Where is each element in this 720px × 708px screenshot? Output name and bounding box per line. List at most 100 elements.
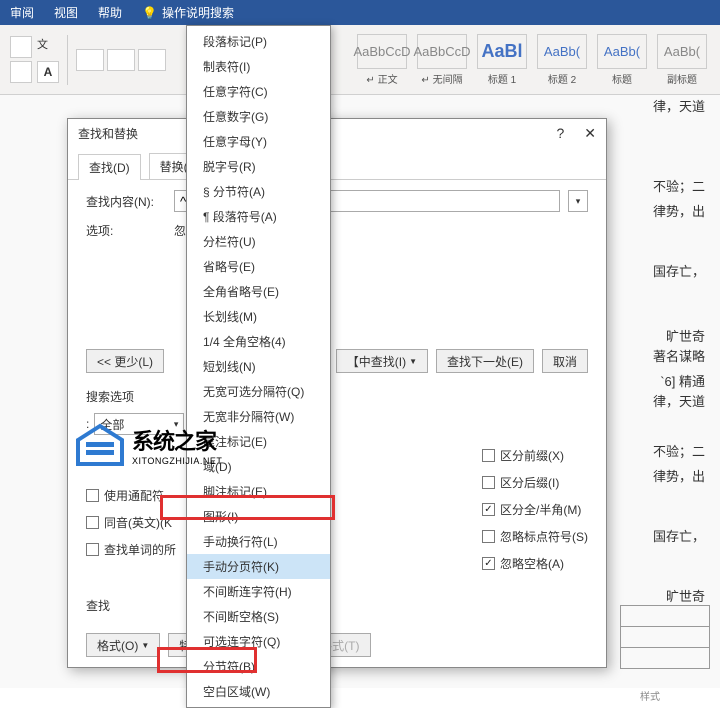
style-label: ↵ 正文 [366, 71, 397, 86]
style-item[interactable]: AaBbCcD↵ 正文 [354, 31, 410, 89]
special-menu-item[interactable]: 全角省略号(E) [187, 279, 330, 304]
less-button[interactable]: << 更少(L) [86, 349, 164, 373]
style-thumbnail: AaBb( [537, 34, 587, 69]
checkbox-label: 忽略标点符号(S) [500, 528, 588, 545]
special-menu-item[interactable]: 空白区域(W) [187, 679, 330, 704]
checkbox-option[interactable]: 使用通配符 [86, 487, 176, 504]
find-in-button[interactable]: 【中查找(I)▼ [336, 349, 428, 373]
doc-text: 著名谋略 [653, 345, 705, 368]
special-menu-item[interactable]: 不间断空格(S) [187, 604, 330, 629]
special-menu-item[interactable]: 不间断连字符(H) [187, 579, 330, 604]
ribbon-separator [67, 35, 68, 85]
style-item[interactable]: AaBb(副标题 [654, 31, 710, 89]
tell-me[interactable]: 💡 操作说明搜索 [142, 4, 234, 21]
find-content-dropdown[interactable]: ▾ [568, 190, 588, 212]
multilevel-list-icon[interactable] [138, 49, 166, 71]
special-menu-item[interactable]: 手动换行符(L) [187, 529, 330, 554]
options-label: 选项: [86, 222, 166, 239]
ribbon-icon[interactable]: 文 [37, 36, 59, 58]
checkbox-icon [482, 449, 495, 462]
find-next-button[interactable]: 查找下一处(E) [436, 349, 534, 373]
style-label: 标题 1 [488, 71, 516, 86]
checkbox-label: 区分前缀(X) [500, 447, 564, 464]
doc-text: 国存亡， [653, 525, 705, 548]
numbered-list-icon[interactable] [107, 49, 135, 71]
chevron-down-icon: ▾ [576, 196, 581, 207]
tab-review[interactable]: 审阅 [10, 4, 34, 21]
special-menu-item[interactable]: 可选连字符(Q) [187, 629, 330, 654]
special-menu-item[interactable]: § 分节符(A) [187, 179, 330, 204]
bullet-list-icon[interactable] [76, 49, 104, 71]
styles-gallery[interactable]: AaBbCcD↵ 正文AaBbCcD↵ 无间隔AaBl 标题 1 AaBb(标题 2… [354, 31, 710, 89]
doc-text: 律，天道 [653, 390, 705, 413]
special-menu-item[interactable]: 长划线(M) [187, 304, 330, 329]
ribbon-icon[interactable] [10, 36, 32, 58]
special-menu-item[interactable]: 无宽可选分隔符(Q) [187, 379, 330, 404]
checkbox-icon [86, 489, 99, 502]
doc-table [620, 605, 710, 668]
search-dir-label: : [86, 417, 89, 431]
special-menu-item[interactable]: ¶ 段落符号(A) [187, 204, 330, 229]
checkbox-option[interactable]: 区分全/半角(M) [482, 501, 588, 518]
checkbox-label: 查找单词的所 [104, 541, 176, 558]
checkbox-option[interactable]: 查找单词的所 [86, 541, 176, 558]
checkbox-label: 区分全/半角(M) [500, 501, 581, 518]
special-format-menu: 段落标记(P)制表符(I)任意字符(C)任意数字(G)任意字母(Y)脱字号(R)… [186, 25, 331, 708]
style-item[interactable]: AaBbCcD↵ 无间隔 [414, 31, 470, 89]
checkbox-label: 区分后缀(I) [500, 474, 559, 491]
style-thumbnail: AaBl [477, 34, 527, 69]
checkbox-label: 同音(英文)(K [104, 514, 172, 531]
special-menu-item[interactable]: 脚注标记(E) [187, 479, 330, 504]
search-options-label: 搜索选项 [86, 388, 588, 405]
dialog-title: 查找和替换 [78, 125, 138, 142]
special-menu-item[interactable]: 任意字母(Y) [187, 129, 330, 154]
special-menu-item[interactable]: 分栏符(U) [187, 229, 330, 254]
close-icon[interactable]: ✕ [584, 125, 596, 142]
style-item[interactable]: AaBb(标题 2 [534, 31, 590, 89]
bulb-icon: 💡 [142, 6, 157, 20]
style-item[interactable]: AaBl 标题 1 [474, 31, 530, 89]
cancel-button[interactable]: 取消 [542, 349, 588, 373]
checkbox-option[interactable]: 区分后缀(I) [482, 474, 588, 491]
special-menu-item[interactable]: 手动分页符(K) [187, 554, 330, 579]
options-value: 忽 [174, 222, 186, 239]
special-menu-item[interactable]: 制表符(I) [187, 54, 330, 79]
special-menu-item[interactable]: 域(D) [187, 454, 330, 479]
special-menu-item[interactable]: 短划线(N) [187, 354, 330, 379]
special-menu-item[interactable]: 任意字符(C) [187, 79, 330, 104]
special-menu-item[interactable]: 省略号(E) [187, 254, 330, 279]
ribbon-icon[interactable]: A [37, 61, 59, 83]
doc-text: 不验；二 [653, 440, 705, 463]
special-menu-item[interactable]: 1/4 全角空格(4) [187, 329, 330, 354]
style-item[interactable]: AaBb(标题 [594, 31, 650, 89]
checkbox-label: 忽略空格(A) [500, 555, 564, 572]
tab-view[interactable]: 视图 [54, 4, 78, 21]
ribbon-icon[interactable] [10, 61, 32, 83]
checkbox-icon [482, 530, 495, 543]
special-menu-item[interactable]: 任意数字(G) [187, 104, 330, 129]
tab-help[interactable]: 帮助 [98, 4, 122, 21]
special-menu-item[interactable]: 尾注标记(E) [187, 429, 330, 454]
doc-text: 律势，出 [653, 465, 705, 488]
help-icon[interactable]: ? [556, 125, 564, 142]
checkbox-option[interactable]: 同音(英文)(K [86, 514, 176, 531]
checkbox-option[interactable]: 忽略标点符号(S) [482, 528, 588, 545]
checkbox-option[interactable]: 区分前缀(X) [482, 447, 588, 464]
search-direction-select[interactable]: 全部 ▾ [94, 413, 184, 435]
ribbon-body: 文 A AaBbCcD↵ 正文AaBbCcD↵ 无间隔AaBl 标题 1 AaBb(… [0, 25, 720, 95]
find-section-label: 查找 [86, 597, 588, 614]
special-menu-item[interactable]: 无宽非分隔符(W) [187, 404, 330, 429]
chevron-down-icon: ▾ [174, 419, 179, 430]
checkbox-option[interactable]: 忽略空格(A) [482, 555, 588, 572]
special-menu-item[interactable]: 图形(I) [187, 504, 330, 529]
checks-right-column: 区分前缀(X) 区分后缀(I) 区分全/半角(M) 忽略标点符号(S) 忽略空格(A) [482, 447, 588, 572]
doc-text: 律势，出 [653, 200, 705, 223]
doc-text: 国存亡， [653, 260, 705, 283]
special-menu-item[interactable]: 脱字号(R) [187, 154, 330, 179]
format-button[interactable]: 格式(O)▼ [86, 633, 160, 657]
tab-find[interactable]: 查找(D) [78, 154, 141, 180]
special-menu-item[interactable]: 段落标记(P) [187, 29, 330, 54]
dialog-tabs: 查找(D) 替换(P [68, 153, 606, 180]
special-menu-item[interactable]: 分节符(B) [187, 654, 330, 679]
checkbox-icon [482, 476, 495, 489]
